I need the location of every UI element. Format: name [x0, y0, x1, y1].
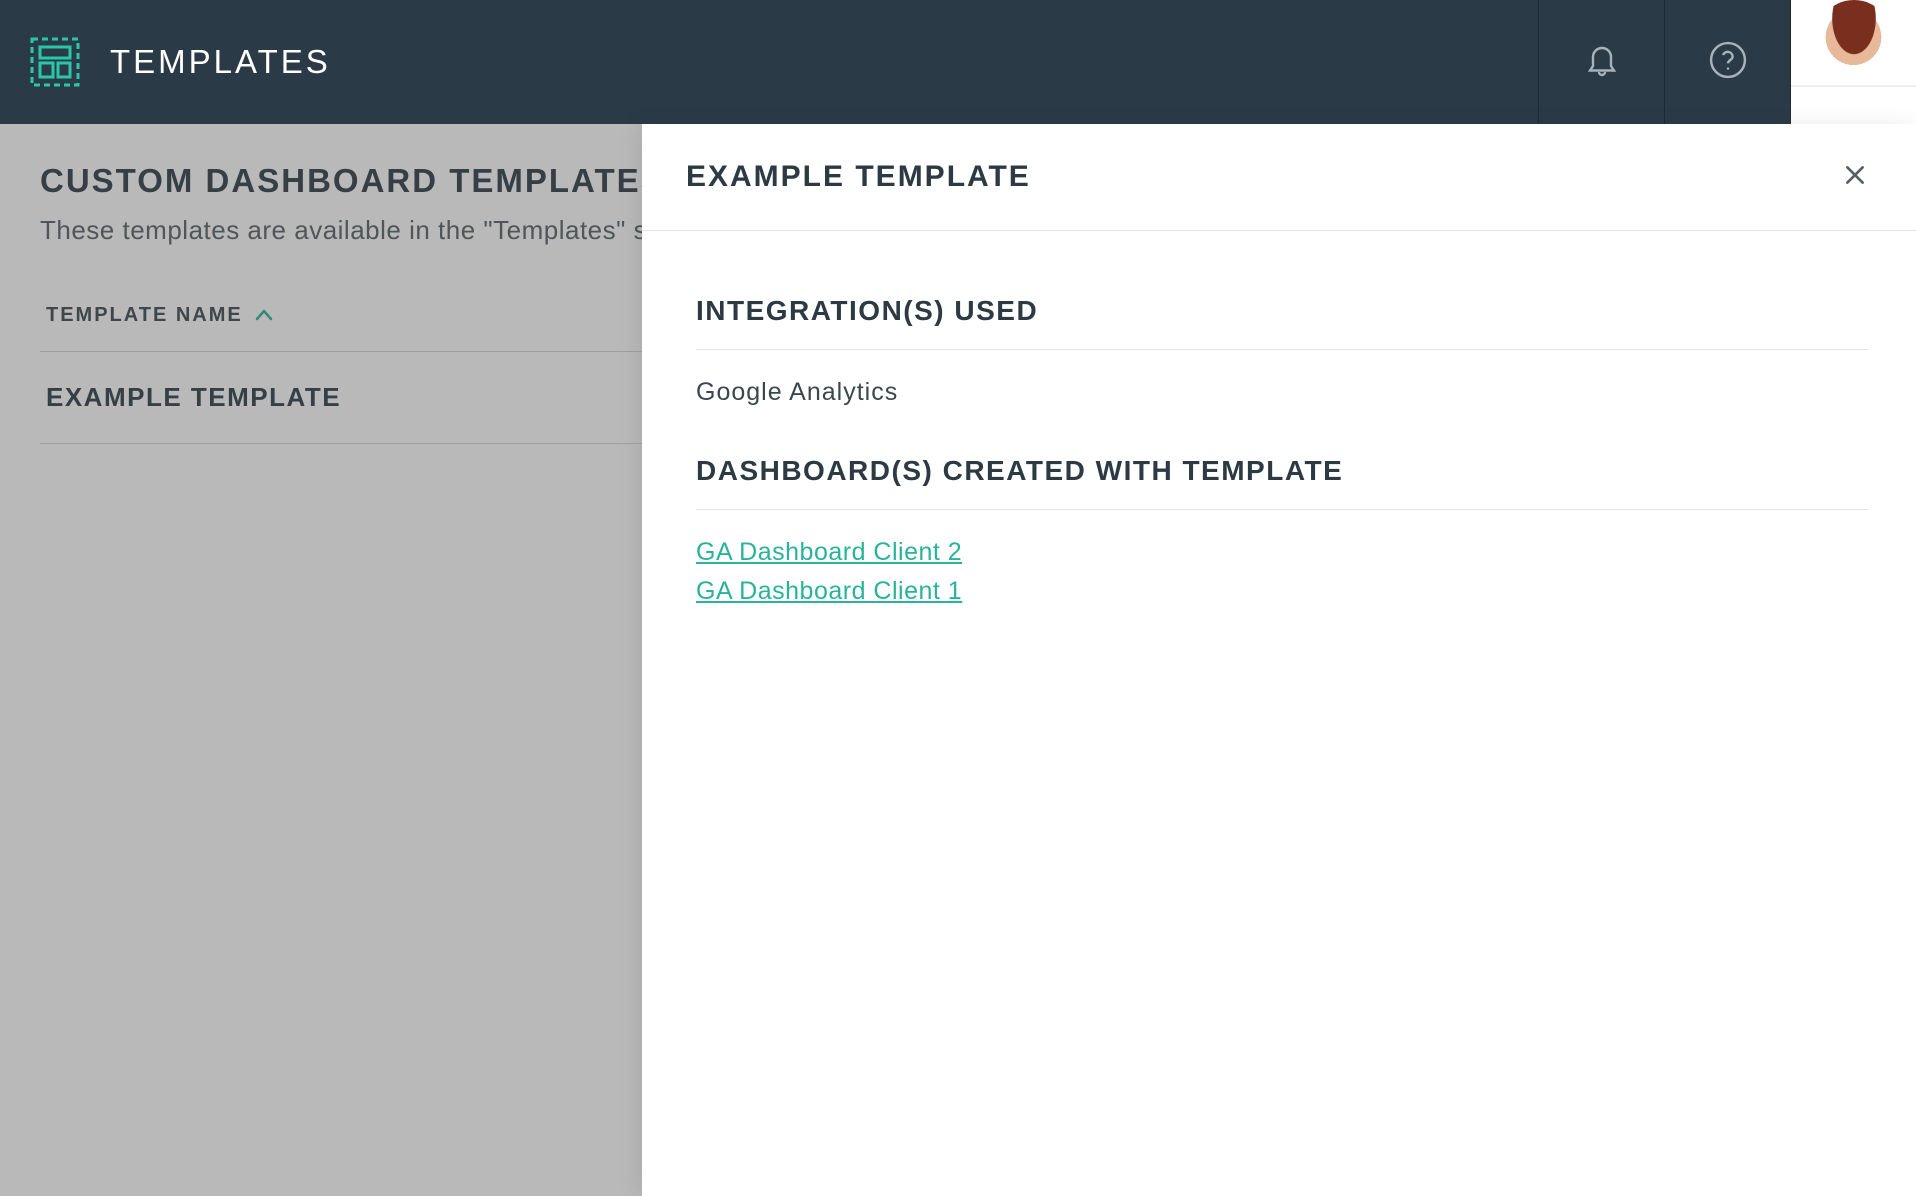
panel-header: EXAMPLE TEMPLATE	[642, 124, 1916, 231]
dashboards-section-title: DASHBOARD(S) CREATED WITH TEMPLATE	[696, 455, 1868, 510]
panel-body: INTEGRATION(S) USED Google Analytics DAS…	[642, 231, 1916, 664]
bell-icon	[1584, 40, 1620, 85]
integrations-list: Google Analytics	[696, 350, 1868, 455]
integration-item: Google Analytics	[696, 378, 1868, 407]
avatar-image	[1791, 0, 1916, 124]
header-right	[1538, 0, 1916, 124]
help-button[interactable]	[1664, 0, 1790, 124]
panel-title: EXAMPLE TEMPLATE	[686, 160, 1031, 194]
help-icon	[1708, 40, 1748, 85]
close-button[interactable]	[1842, 162, 1868, 193]
header-left: TEMPLATES	[28, 35, 331, 89]
notifications-button[interactable]	[1538, 0, 1664, 124]
header-title: TEMPLATES	[110, 43, 331, 81]
dashboard-link[interactable]: GA Dashboard Client 2	[696, 538, 962, 567]
template-detail-panel: EXAMPLE TEMPLATE INTEGRATION(S) USED Goo…	[642, 124, 1916, 1196]
app-header: TEMPLATES	[0, 0, 1916, 124]
templates-logo-icon	[28, 35, 82, 89]
user-avatar[interactable]	[1790, 0, 1916, 124]
close-icon	[1842, 162, 1868, 193]
dashboards-list: GA Dashboard Client 2 GA Dashboard Clien…	[696, 510, 1868, 664]
dashboard-link[interactable]: GA Dashboard Client 1	[696, 577, 962, 606]
integrations-section-title: INTEGRATION(S) USED	[696, 295, 1868, 350]
